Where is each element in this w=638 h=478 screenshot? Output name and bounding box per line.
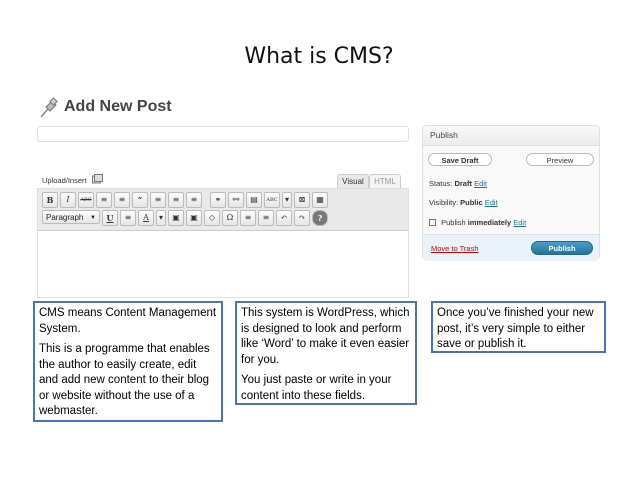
paste-word-button[interactable]: ▣	[186, 210, 202, 226]
status-line: Status: Draft Edit	[429, 179, 487, 188]
callout-wordpress: This system is WordPress, which is desig…	[235, 301, 417, 405]
publish-button[interactable]: Publish	[531, 241, 593, 255]
media-icon[interactable]	[92, 174, 103, 184]
editor-toolbar: B I ABC ≡ ≡ “ ≡ ≡ ≡ ⚭ ⚯ ▤ ABC ▾ ⊠ ▦ Para…	[38, 189, 408, 231]
kitchen-sink-button[interactable]: ▦	[312, 192, 328, 208]
paste-text-button[interactable]: ▣	[168, 210, 184, 226]
indent-button[interactable]: ≡	[258, 210, 274, 226]
schedule-value: immediately	[467, 218, 512, 227]
fullscreen-button[interactable]: ⊠	[294, 192, 310, 208]
visibility-label: Visibility:	[429, 198, 459, 207]
bullet-list-button[interactable]: ≡	[96, 192, 112, 208]
spellcheck-dropdown[interactable]: ▾	[282, 192, 292, 208]
tab-visual[interactable]: Visual	[337, 174, 369, 188]
spellcheck-button[interactable]: ABC	[264, 192, 280, 208]
calendar-icon	[429, 219, 436, 226]
slide-title: What is CMS?	[244, 44, 394, 69]
toolbar-row-1: B I ABC ≡ ≡ “ ≡ ≡ ≡ ⚭ ⚯ ▤ ABC ▾ ⊠ ▦	[42, 192, 328, 208]
toolbar-row-2: Paragraph ▼ U ≡ A ▾ ▣ ▣ ◇ Ω ≡ ≡ ↶ ↷ ?	[42, 210, 328, 226]
format-select[interactable]: Paragraph ▼	[42, 210, 100, 224]
justify-button[interactable]: ≡	[120, 210, 136, 226]
callout-text: This is a programme that enables the aut…	[39, 343, 210, 417]
publish-box-title: Publish	[430, 130, 458, 140]
align-left-button[interactable]: ≡	[150, 192, 166, 208]
align-center-button[interactable]: ≡	[168, 192, 184, 208]
visibility-value: Public	[460, 198, 483, 207]
callout-publish: Once you’ve finished your new post, it’s…	[431, 301, 606, 353]
status-edit-link[interactable]: Edit	[474, 179, 487, 188]
callout-text: You just paste or write in your content …	[241, 374, 392, 402]
callout-text: This system is WordPress, which is desig…	[241, 307, 410, 366]
preview-button[interactable]: Preview	[526, 153, 594, 166]
format-select-value: Paragraph	[46, 213, 84, 222]
help-button[interactable]: ?	[312, 210, 328, 226]
save-draft-button[interactable]: Save Draft	[428, 153, 492, 166]
align-right-button[interactable]: ≡	[186, 192, 202, 208]
bold-button[interactable]: B	[42, 192, 58, 208]
callout-text: CMS means Content Management System.	[39, 307, 217, 335]
status-value: Draft	[454, 179, 472, 188]
text-color-button[interactable]: A	[138, 210, 154, 226]
blockquote-button[interactable]: “	[132, 192, 148, 208]
strikethrough-button[interactable]: ABC	[78, 192, 94, 208]
post-editor[interactable]: B I ABC ≡ ≡ “ ≡ ≡ ≡ ⚭ ⚯ ▤ ABC ▾ ⊠ ▦ Para…	[37, 188, 409, 298]
move-to-trash-link[interactable]: Move to Trash	[431, 244, 479, 253]
chevron-down-icon: ▼	[90, 215, 96, 221]
publish-box-header: Publish	[423, 126, 599, 146]
insert-link-button[interactable]: ⚭	[210, 192, 226, 208]
publish-box: Publish Save Draft Preview Status: Draft…	[422, 125, 600, 261]
tab-html[interactable]: HTML	[369, 174, 401, 188]
schedule-label: Publish	[441, 218, 466, 227]
outdent-button[interactable]: ≡	[240, 210, 256, 226]
upload-insert-label: Upload/Insert	[42, 176, 87, 185]
post-title-input[interactable]	[37, 126, 409, 142]
pushpin-icon	[40, 97, 58, 118]
toolbar-separator	[204, 192, 208, 208]
special-character-button[interactable]: Ω	[222, 210, 238, 226]
unlink-button[interactable]: ⚯	[228, 192, 244, 208]
visibility-line: Visibility: Public Edit	[429, 198, 498, 207]
insert-more-button[interactable]: ▤	[246, 192, 262, 208]
text-color-dropdown[interactable]: ▾	[156, 210, 166, 226]
schedule-edit-link[interactable]: Edit	[513, 218, 526, 227]
page-title: Add New Post	[64, 98, 172, 115]
clear-formatting-button[interactable]: ◇	[204, 210, 220, 226]
visibility-edit-link[interactable]: Edit	[485, 198, 498, 207]
status-label: Status:	[429, 179, 453, 188]
redo-button[interactable]: ↷	[294, 210, 310, 226]
italic-button[interactable]: I	[60, 192, 76, 208]
callout-text: Once you’ve finished your new post, it’s…	[437, 307, 594, 350]
numbered-list-button[interactable]: ≡	[114, 192, 130, 208]
schedule-line: Publish immediately Edit	[429, 218, 526, 227]
callout-cms-definition: CMS means Content Management System. Thi…	[33, 301, 223, 422]
underline-button[interactable]: U	[102, 210, 118, 226]
undo-button[interactable]: ↶	[276, 210, 292, 226]
